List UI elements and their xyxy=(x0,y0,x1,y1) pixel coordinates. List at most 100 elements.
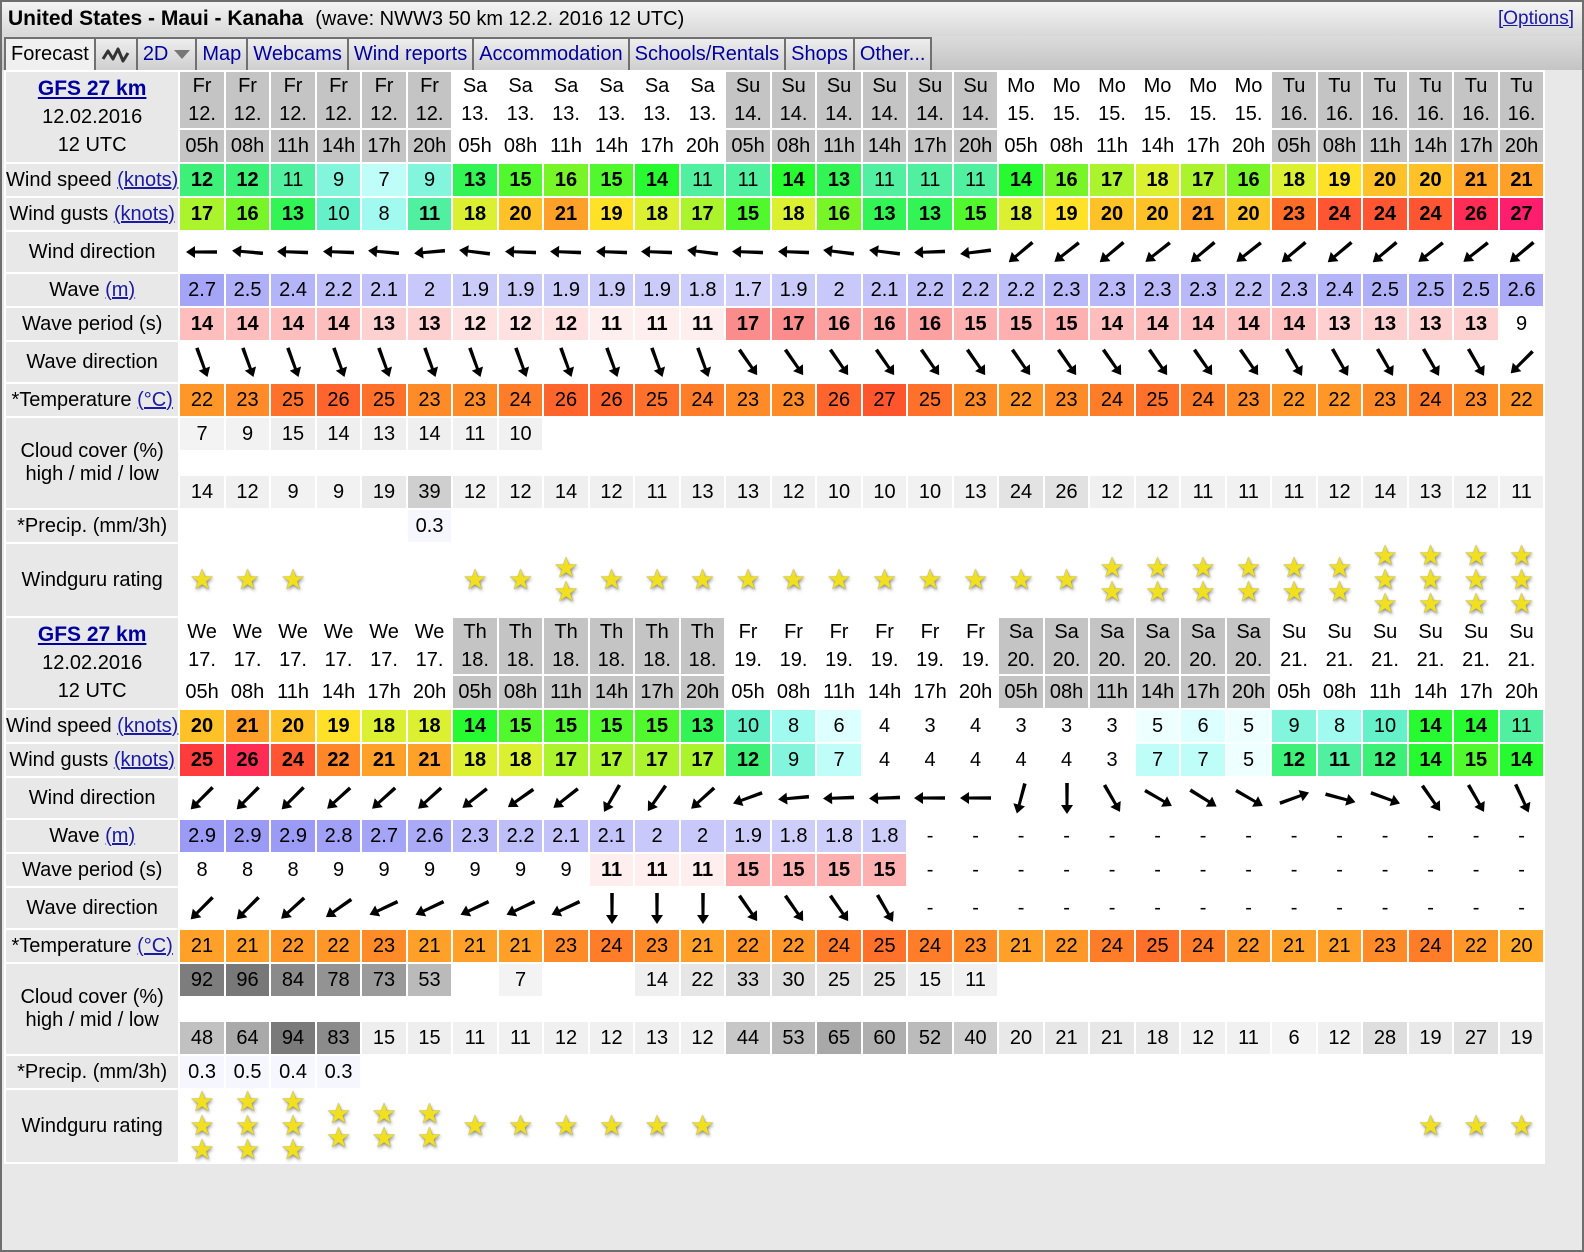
wave-direction-row-cell: - xyxy=(1226,888,1271,928)
options-link[interactable]: [Options] xyxy=(1498,8,1574,30)
rating-cell xyxy=(1135,1090,1180,1162)
direction-arrow-icon xyxy=(868,792,900,805)
day-date: 18. xyxy=(506,649,535,671)
wave-row-cell: 2.5 xyxy=(1363,274,1407,306)
wind-gusts-row-cell: 12 xyxy=(1272,744,1316,776)
cloud-high-cell xyxy=(1135,418,1180,450)
wave-period-row-cell: 14 xyxy=(225,308,270,340)
day-date: 20. xyxy=(1234,649,1263,671)
tab-map[interactable]: Map xyxy=(195,37,249,70)
star-icon: ★ xyxy=(598,564,625,595)
wind-gusts-row-cell: 27 xyxy=(1499,198,1544,230)
day-header: Sa 20. xyxy=(1090,618,1134,674)
model-run-date: 12.02.2016 xyxy=(42,106,143,128)
temperature-row-cell: 25 xyxy=(862,930,907,962)
day-header: Su 14. xyxy=(862,72,907,128)
tab-schools-rentals[interactable]: Schools/Rentals xyxy=(627,37,787,70)
cloud-mid-cell xyxy=(1454,998,1498,1020)
temperature-row-cell: 21 xyxy=(180,930,224,962)
knots-unit-link[interactable]: (knots) xyxy=(114,749,175,771)
wave-row-cell: - xyxy=(1090,820,1134,852)
day-name: Mo xyxy=(1143,75,1172,97)
wave-row-cell: - xyxy=(1363,820,1407,852)
wind-gusts-row-cell: 14 xyxy=(1499,744,1544,776)
cloud-mid-cell xyxy=(862,998,907,1020)
temp-unit-link[interactable]: (°C) xyxy=(137,935,173,957)
cloud-high-cell: 11 xyxy=(453,418,497,450)
day-name: Sa xyxy=(462,75,488,97)
wind-direction-row-cell xyxy=(225,232,270,272)
temperature-row-cell: 23 xyxy=(771,384,816,416)
wave-period-row-cell: 9 xyxy=(453,854,497,886)
temperature-row-cell: 24 xyxy=(908,930,952,962)
tab-graph[interactable] xyxy=(93,37,138,70)
wave-direction-row-cell xyxy=(1408,342,1453,382)
tab-2d[interactable]: 2D xyxy=(135,37,198,70)
wave-row-cell: 1.9 xyxy=(771,274,816,306)
wind-direction-row-label-text: Wind direction xyxy=(28,240,156,263)
tab-accommodation[interactable]: Accommodation xyxy=(472,37,630,70)
wind-gusts-row: Wind gusts (knots) 25 26 24 22 21 21 18 18 17 17 17… xyxy=(6,744,1544,776)
wave-unit-link[interactable]: (m) xyxy=(105,279,135,301)
wave-period-row-cell: - xyxy=(908,854,952,886)
day-header: Su 21. xyxy=(1454,618,1498,674)
star-icon: ★ xyxy=(1463,588,1489,619)
direction-arrow-icon xyxy=(550,245,582,258)
hour-header: 08h xyxy=(771,676,816,708)
wind-direction-row-cell xyxy=(726,778,770,818)
tab-wind-reports[interactable]: Wind reports xyxy=(346,37,475,70)
knots-unit-link[interactable]: (knots) xyxy=(117,715,178,737)
tab-shops[interactable]: Shops xyxy=(784,37,855,70)
cloud-high-cell xyxy=(544,964,588,996)
wind-direction-row-cell xyxy=(407,778,452,818)
wind-direction-row-cell xyxy=(817,778,861,818)
rating-cell: ★ xyxy=(453,1090,497,1162)
cloud-low-cell: 12 xyxy=(771,476,816,508)
wave-row-cell: 2.2 xyxy=(498,820,543,852)
precip-row-label: *Precip. (mm/3h) xyxy=(6,510,179,542)
direction-arrow-icon xyxy=(377,347,393,378)
hour-header: 11h xyxy=(1090,130,1134,162)
precip-row-cell xyxy=(544,510,588,542)
wave-period-row-cell: - xyxy=(1044,854,1089,886)
wind-direction-row-cell xyxy=(953,778,998,818)
direction-arrow-icon xyxy=(777,792,809,805)
rating-cell: ★ ★ ★ xyxy=(1454,542,1498,619)
model-name-link[interactable]: GFS 27 km xyxy=(38,623,147,646)
direction-arrow-icon xyxy=(647,784,668,812)
rating-row: Windguru rating ★ ★ ★ ★ ★ ★ ★ ★ ★ ★ ★ ★ ★ ★ ★ ★ ★ ★ ★ ★ ★ ★ ★ ★ xyxy=(6,1088,1544,1164)
direction-arrow-icon xyxy=(783,348,803,376)
tab-other[interactable]: Other... xyxy=(852,37,933,70)
day-header: Fr 19. xyxy=(862,618,907,674)
star-icon: ★ xyxy=(371,1122,397,1153)
star-icon: ★ xyxy=(553,1110,579,1141)
wave-period-row-cell: 13 xyxy=(1317,308,1362,340)
wind-gusts-row-cell: 17 xyxy=(635,744,679,776)
cloud-high-cell xyxy=(1135,964,1180,996)
wind-direction-row-cell xyxy=(953,232,998,272)
cloud-high-cell xyxy=(1363,964,1407,996)
temperature-row-cell: 20 xyxy=(1499,930,1544,962)
wave-direction-row-cell: - xyxy=(953,888,998,928)
wave-period-row-cell: 13 xyxy=(1363,308,1407,340)
day-header: Th 18. xyxy=(498,618,543,674)
rating-cell: ★ xyxy=(635,1090,679,1162)
tab-webcams[interactable]: Webcams xyxy=(246,37,349,70)
knots-unit-link[interactable]: (knots) xyxy=(114,203,175,225)
temperature-row-cell: 24 xyxy=(498,384,543,416)
temp-unit-link[interactable]: (°C) xyxy=(137,389,173,411)
day-header: Sa 13. xyxy=(589,72,634,128)
day-header: Tu 16. xyxy=(1272,72,1316,128)
tab-forecast[interactable]: Forecast xyxy=(4,37,96,70)
wave-unit-link[interactable]: (m) xyxy=(105,825,135,847)
day-header: Mo 15. xyxy=(1181,72,1225,128)
temperature-row-cell: 26 xyxy=(589,384,634,416)
wind-direction-row-label-text: Wind direction xyxy=(28,786,156,809)
model-name-link[interactable]: GFS 27 km xyxy=(38,77,147,100)
knots-unit-link[interactable]: (knots) xyxy=(117,169,178,191)
cloud-mid-cell xyxy=(862,452,907,474)
temperature-row-cell: 21 xyxy=(453,930,497,962)
hour-header: 14h xyxy=(589,130,634,162)
wind-gusts-row-cell: 18 xyxy=(635,198,679,230)
hour-header: 08h xyxy=(225,676,270,708)
